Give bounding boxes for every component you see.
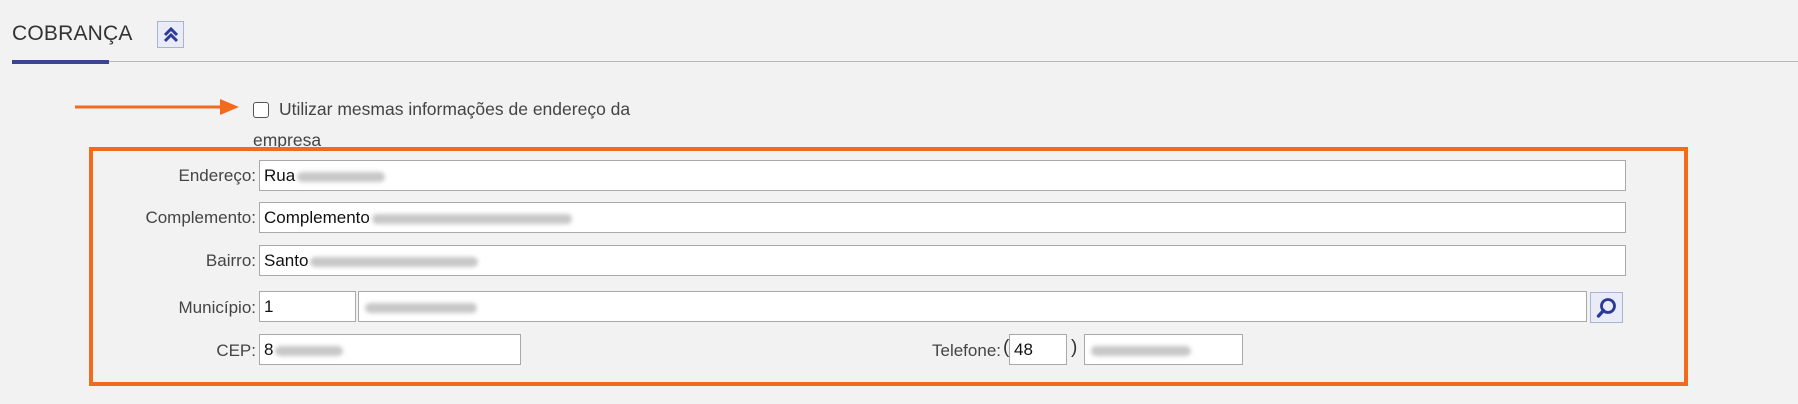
telefone-ddd-value: 48 xyxy=(1014,340,1033,359)
bairro-label: Bairro: xyxy=(205,251,256,270)
bairro-input[interactable]: Santo xyxy=(259,245,1626,276)
telefone-label: Telefone: xyxy=(932,341,1001,360)
municipio-code-input[interactable]: 1 xyxy=(259,291,356,322)
bairro-value: Santo xyxy=(264,251,309,270)
cep-input[interactable]: 8 xyxy=(259,334,521,365)
same-address-option[interactable]: Utilizar mesmas informações de endereço … xyxy=(253,96,713,153)
section-divider xyxy=(12,61,1798,62)
magnifier-icon xyxy=(1596,297,1616,318)
telefone-close-paren: ) xyxy=(1071,337,1078,358)
section-title: COBRANÇA xyxy=(12,22,133,45)
double-chevron-up-icon xyxy=(163,26,178,42)
telefone-ddd-input[interactable]: 48 xyxy=(1009,334,1067,365)
cep-label: CEP: xyxy=(216,341,256,360)
municipio-code-value: 1 xyxy=(264,297,274,316)
complemento-input[interactable]: Complemento xyxy=(259,202,1626,233)
endereco-value: Rua xyxy=(264,166,296,185)
arrow-right-icon xyxy=(75,99,239,115)
endereco-label: Endereço: xyxy=(178,166,257,185)
municipio-label: Município: xyxy=(178,298,256,317)
complemento-value: Complemento xyxy=(264,208,370,227)
complemento-label: Complemento: xyxy=(145,208,256,227)
section-divider-accent xyxy=(12,60,109,64)
endereco-input[interactable]: Rua xyxy=(259,160,1626,191)
municipio-name-input xyxy=(358,291,1587,322)
municipio-search-button[interactable] xyxy=(1590,292,1623,323)
telefone-number-input[interactable] xyxy=(1084,334,1243,365)
collapse-section-button[interactable] xyxy=(157,21,184,48)
same-address-checkbox[interactable] xyxy=(253,102,269,118)
same-address-label: Utilizar mesmas informações de endereço … xyxy=(279,99,631,119)
cep-value: 8 xyxy=(264,340,274,359)
